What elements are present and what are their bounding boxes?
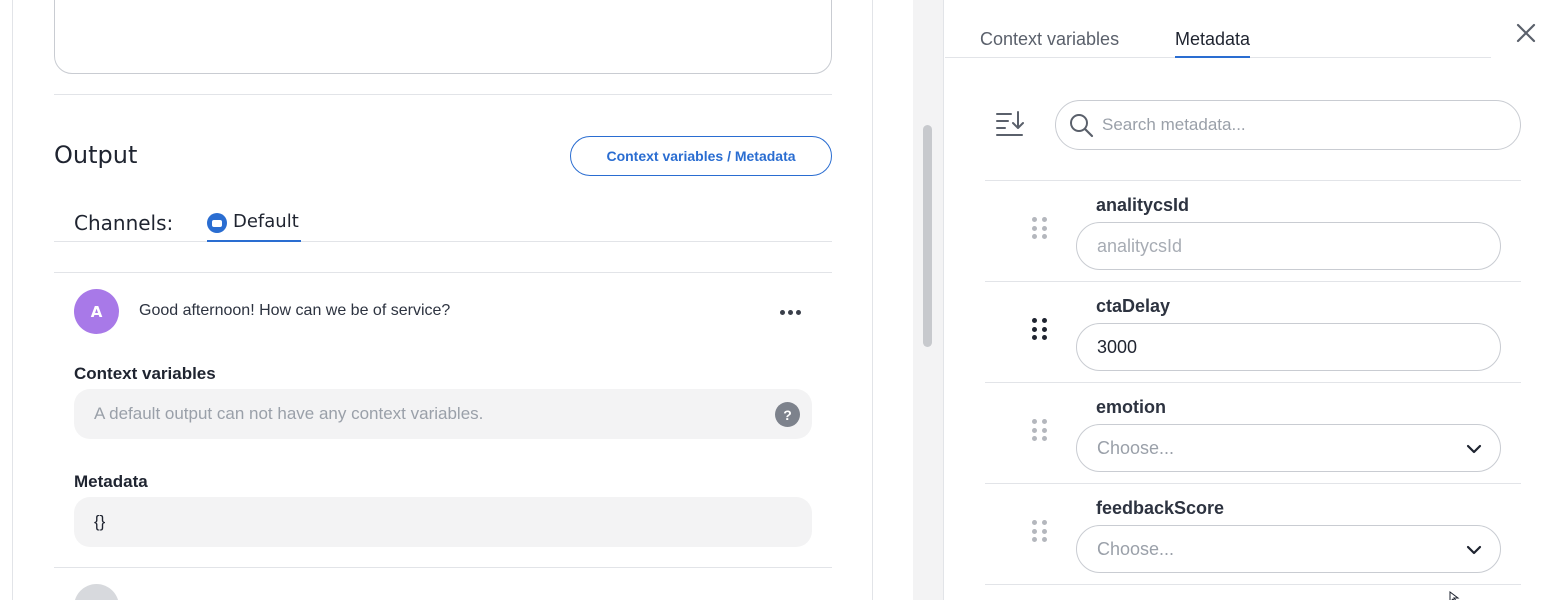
- metadata-key-label: ctaDelay: [1096, 296, 1171, 316]
- drag-handle-icon[interactable]: [1032, 520, 1048, 544]
- select-value: Choose...: [1097, 538, 1175, 559]
- metadata-value: {}: [94, 512, 106, 531]
- metadata-key-label: analitycsId: [1096, 195, 1190, 215]
- avatar: A: [74, 289, 119, 334]
- output-message-text[interactable]: Good afternoon! How can we be of service…: [139, 302, 450, 320]
- metadata-label: Metadata: [74, 472, 148, 491]
- metadata-value-input[interactable]: [1076, 222, 1501, 270]
- text-response-area[interactable]: [54, 0, 832, 74]
- list-item: ctaDelay: [985, 282, 1521, 383]
- metadata-value-select[interactable]: Choose...: [1076, 424, 1501, 472]
- select-value: Choose...: [1097, 437, 1175, 458]
- channels-label: Channels:: [74, 211, 174, 235]
- drag-handle-icon[interactable]: [1032, 419, 1048, 443]
- search-field[interactable]: [1055, 100, 1521, 150]
- metadata-key-label: emotion: [1096, 397, 1166, 417]
- chat-bubble-icon: [207, 213, 227, 233]
- metadata-list: analitycsId ctaDelay emotion Choose... f…: [985, 180, 1521, 585]
- close-icon[interactable]: [1513, 20, 1539, 46]
- metadata-value-select[interactable]: Choose...: [1076, 525, 1501, 573]
- help-icon[interactable]: ?: [775, 402, 800, 427]
- list-item: emotion Choose...: [985, 383, 1521, 484]
- tab-metadata[interactable]: Metadata: [1175, 29, 1251, 58]
- search-input[interactable]: [1102, 115, 1502, 135]
- context-variables-placeholder: A default output can not have any contex…: [94, 404, 484, 423]
- metadata-side-panel: Context variables Metadata analitycsId: [945, 0, 1564, 600]
- drag-handle-icon[interactable]: [1032, 217, 1048, 241]
- drag-handle-icon[interactable]: [1032, 318, 1048, 342]
- tab-default-channel[interactable]: Default: [207, 211, 301, 242]
- channels-row: Channels: Default: [54, 205, 832, 242]
- list-item: analitycsId: [985, 181, 1521, 282]
- channel-tab-label: Default: [233, 211, 299, 232]
- side-panel-tabs: Context variables Metadata: [945, 0, 1491, 58]
- sort-icon[interactable]: [995, 108, 1025, 138]
- metadata-key-label: feedbackScore: [1096, 498, 1225, 518]
- more-options-button[interactable]: [775, 300, 805, 324]
- page: Output Context variables / Metadata Chan…: [0, 0, 1564, 600]
- scrollbar-thumb[interactable]: [923, 125, 932, 347]
- more-icon-dot: [795, 309, 801, 315]
- more-icon-dot: [787, 309, 793, 315]
- search-icon: [1070, 114, 1094, 138]
- output-editor-panel: Output Context variables / Metadata Chan…: [12, 0, 873, 600]
- divider: [54, 272, 832, 273]
- divider: [54, 94, 832, 95]
- tab-context-variables[interactable]: Context variables: [980, 29, 1119, 58]
- avatar: [74, 584, 119, 600]
- context-variables-label: Context variables: [74, 364, 216, 383]
- metadata-value-input[interactable]: [1076, 323, 1501, 371]
- context-metadata-button[interactable]: Context variables / Metadata: [570, 136, 832, 176]
- context-variables-field: A default output can not have any contex…: [74, 389, 812, 439]
- chevron-down-icon: [1466, 444, 1482, 454]
- list-item: feedbackScore Choose...: [985, 484, 1521, 585]
- chevron-down-icon: [1466, 545, 1482, 555]
- mouse-cursor-icon: [1449, 591, 1460, 600]
- output-title: Output: [54, 141, 138, 169]
- more-icon: [779, 309, 785, 315]
- metadata-field: {}: [74, 497, 812, 547]
- scrollbar-track[interactable]: [913, 0, 944, 600]
- divider: [54, 567, 832, 568]
